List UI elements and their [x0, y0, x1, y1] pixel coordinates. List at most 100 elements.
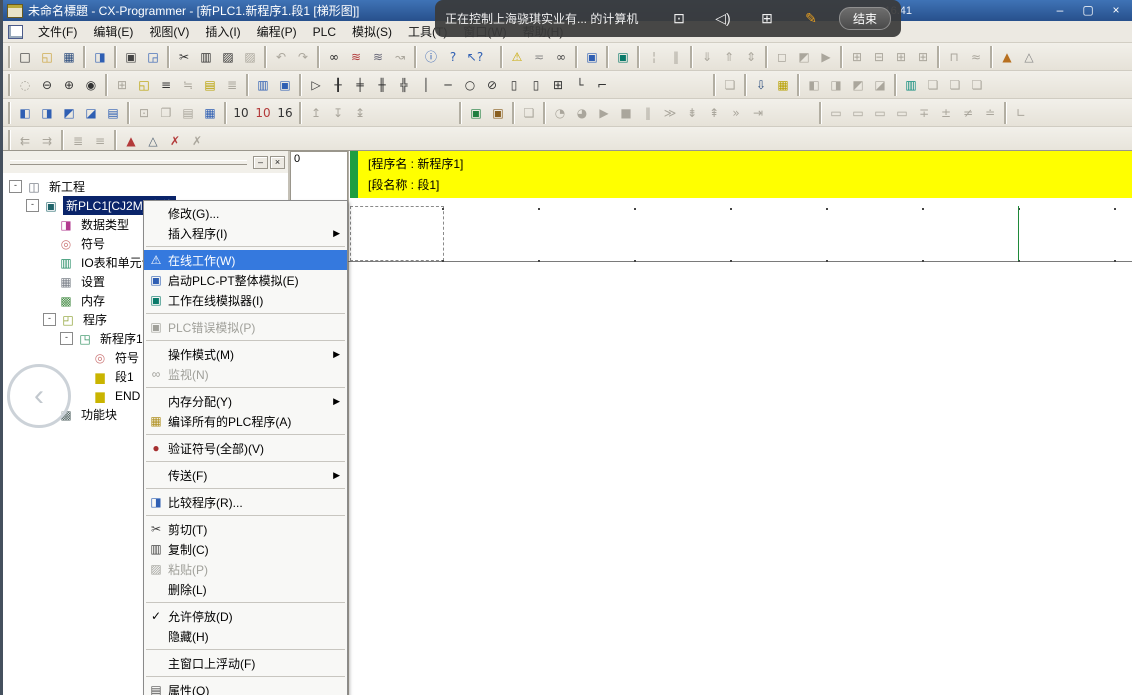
context-menu-item-float-on-main-window[interactable]: 主窗口上浮动(F) [144, 653, 347, 673]
collapse-expander-icon[interactable]: - [26, 199, 39, 212]
file-transfer-icon[interactable]: ⇩ [750, 74, 772, 96]
remote-sidebar-toggle[interactable]: ‹ [7, 364, 71, 428]
restore-button[interactable]: ▢ [1078, 2, 1098, 17]
context-menu-item-cut[interactable]: ✂剪切(T) [144, 519, 347, 539]
rung-comment-icon[interactable]: ◱ [133, 74, 155, 96]
menu-plc[interactable]: PLC [305, 23, 344, 41]
context-menu-item-delete[interactable]: 删除(L) [144, 579, 347, 599]
line-erase-icon[interactable]: ⌐ [591, 74, 613, 96]
compare-programs-icon[interactable]: ◨ [89, 46, 111, 68]
about-info-icon[interactable]: ⓘ [420, 46, 442, 68]
horizontal-line-icon[interactable]: ─ [437, 74, 459, 96]
crosshair-icon[interactable]: ⊞ [752, 8, 782, 30]
ladder-cursor-cell[interactable] [350, 206, 444, 261]
fb-invocation-icon[interactable]: ⊞ [547, 74, 569, 96]
address-reference-icon[interactable]: ▥ [252, 74, 274, 96]
compile-all-icon[interactable]: ▦ [772, 74, 794, 96]
context-menu-item-hide[interactable]: 隐藏(H) [144, 626, 347, 646]
dock-button[interactable]: – [253, 156, 268, 169]
force-cancel-icon[interactable]: ✗ [164, 130, 186, 152]
cross-reference-icon[interactable]: ◪ [80, 102, 102, 124]
dialog-view-icon[interactable]: ▦ [199, 102, 221, 124]
symbol-bar-icon[interactable]: ≡ [155, 74, 177, 96]
context-menu-item-allow-docking[interactable]: ✓允许停放(D) [144, 606, 347, 626]
collapse-expander-icon[interactable]: - [9, 180, 22, 193]
output-window-icon[interactable]: ◨ [36, 102, 58, 124]
force-set-bit-icon[interactable]: ▲ [120, 130, 142, 152]
signed-decimal-10-icon[interactable]: 10 [252, 102, 274, 124]
watch-window-icon[interactable]: ◩ [58, 102, 80, 124]
copy-icon[interactable]: ▥ [195, 46, 217, 68]
work-online-simulator-icon[interactable]: ▣ [612, 46, 634, 68]
contact-nc-icon[interactable]: ╫ [371, 74, 393, 96]
cut-icon[interactable]: ✂ [173, 46, 195, 68]
new-file-icon[interactable]: □ [14, 46, 36, 68]
context-menu-item-transfer[interactable]: 传送(F)▶ [144, 465, 347, 485]
context-menu-item-modify[interactable]: 修改(G)... [144, 203, 347, 223]
close-button[interactable]: × [1106, 2, 1126, 17]
context-menu-item-work-online[interactable]: ⚠在线工作(W) [144, 250, 347, 270]
select-mode-icon[interactable]: ▷ [305, 74, 327, 96]
online-with-simulator-icon[interactable]: ∞ [550, 46, 572, 68]
menu-program[interactable]: 编程(P) [249, 21, 305, 42]
vertical-line-icon[interactable]: │ [415, 74, 437, 96]
context-menu-item-start-plc-pt-simulation[interactable]: ▣启动PLC-PT整体模拟(E) [144, 270, 347, 290]
menu-view[interactable]: 视图(V) [141, 21, 197, 42]
collapse-expander-icon[interactable]: - [43, 313, 56, 326]
minimize-button[interactable]: – [1050, 2, 1070, 17]
instruction-inverted-icon[interactable]: ▯ [525, 74, 547, 96]
workspace-window-icon[interactable]: ◧ [14, 102, 36, 124]
drag-handle[interactable] [10, 160, 247, 165]
search-symbol-icon[interactable]: ≋ [367, 46, 389, 68]
mdi-child-icon[interactable] [8, 25, 23, 39]
context-menu-item-operating-mode[interactable]: 操作模式(M)▶ [144, 344, 347, 364]
fullscreen-icon[interactable]: ⊡ [664, 8, 694, 30]
replace-icon[interactable]: ≋ [345, 46, 367, 68]
menu-edit[interactable]: 编辑(E) [85, 21, 141, 42]
print-icon[interactable]: ▣ [120, 46, 142, 68]
context-menu-item-compile-all-plc-programs[interactable]: ▦编译所有的PLC程序(A) [144, 411, 347, 431]
ladder-editor[interactable]: 0 [程序名 : 新程序1] [段名称 : 段1] [290, 151, 1132, 695]
force-release-icon[interactable]: △ [1018, 46, 1040, 68]
contact-no-or-icon[interactable]: ╪ [349, 74, 371, 96]
menu-simulation[interactable]: 模拟(S) [344, 21, 400, 42]
context-menu-item-properties[interactable]: ▤属性(O) [144, 680, 347, 695]
comment-view-icon[interactable]: ▣ [274, 74, 296, 96]
pt-transfer-icon[interactable]: ▣ [487, 102, 509, 124]
save-icon[interactable]: ▦ [58, 46, 80, 68]
zoom-actual-icon[interactable]: ◉ [80, 74, 102, 96]
line-connect-icon[interactable]: └ [569, 74, 591, 96]
hex-16-icon[interactable]: 16 [274, 102, 296, 124]
menu-file[interactable]: 文件(F) [30, 21, 85, 42]
context-menu-item-copy[interactable]: ▥复制(C) [144, 539, 347, 559]
force-set-icon[interactable]: ▲ [996, 46, 1018, 68]
sound-icon[interactable]: ◁) [708, 8, 738, 30]
coil-icon[interactable]: ○ [459, 74, 481, 96]
find-icon[interactable]: ∞ [323, 46, 345, 68]
end-session-button[interactable]: 结束 [839, 7, 891, 30]
context-menu-item-verify-symbols-all[interactable]: ●验证符号(全部)(V) [144, 438, 347, 458]
force-reset-bit-icon[interactable]: △ [142, 130, 164, 152]
zoom-in-icon[interactable]: ⊕ [58, 74, 80, 96]
menu-insert[interactable]: 插入(I) [197, 21, 248, 42]
tree-item-project[interactable]: -◫新工程 [3, 177, 288, 196]
instruction-box-icon[interactable]: ▯ [503, 74, 525, 96]
contact-nc-or-icon[interactable]: ╬ [393, 74, 415, 96]
plc-pt-simulation-icon[interactable]: ▣ [581, 46, 603, 68]
decimal-10-icon[interactable]: 10 [230, 102, 252, 124]
local-symbol-table-icon[interactable]: ▥ [900, 74, 922, 96]
pen-icon[interactable]: ✎ [796, 8, 826, 30]
context-menu-item-insert-program[interactable]: 插入程序(I)▶ [144, 223, 347, 243]
properties-window-icon[interactable]: ▤ [102, 102, 124, 124]
auto-online-icon[interactable]: ≂ [528, 46, 550, 68]
rung-number[interactable]: 0 [290, 151, 348, 204]
workspace-close-button[interactable]: × [270, 156, 285, 169]
zoom-out-icon[interactable]: ⊖ [36, 74, 58, 96]
contact-no-icon[interactable]: ╂ [327, 74, 349, 96]
pt-monitor-icon[interactable]: ▣ [465, 102, 487, 124]
context-menu-item-work-online-simulator[interactable]: ▣工作在线模拟器(I) [144, 290, 347, 310]
open-file-icon[interactable]: ◱ [36, 46, 58, 68]
collapse-expander-icon[interactable]: - [60, 332, 73, 345]
work-online-icon[interactable]: ⚠ [506, 46, 528, 68]
help-icon[interactable]: ? [442, 46, 464, 68]
